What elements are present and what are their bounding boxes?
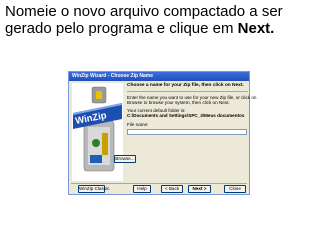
winzip-logo-panel: WinZip [72, 83, 123, 181]
browse-button[interactable]: Browse... [114, 155, 136, 163]
winzip-logo-icon: WinZip [72, 83, 123, 181]
heading-separator [127, 91, 248, 92]
next-button[interactable]: Next > [188, 185, 211, 193]
bottom-separator [71, 183, 247, 184]
file-name-label: File name: [127, 122, 149, 127]
close-button[interactable]: Close [224, 185, 246, 193]
file-name-input[interactable] [127, 129, 247, 135]
wizard-heading: Choose a name for your Zip file, then cl… [127, 83, 244, 88]
help-button[interactable]: Help [133, 185, 151, 193]
window-title: WinZip Wizard - Choose Zip Name [72, 73, 154, 79]
winzip-wizard-window: WinZip Wizard - Choose Zip Name WinZip C… [68, 71, 256, 195]
winzip-classic-button[interactable]: WinZip Classic [78, 185, 109, 193]
back-button[interactable]: < Back [161, 185, 183, 193]
instruction-text: Nomeie o novo arquivo compactado a ser g… [5, 3, 317, 37]
instructions-line-2: Browse to browse your system, then click… [127, 100, 230, 105]
window-titlebar[interactable]: WinZip Wizard - Choose Zip Name [69, 72, 249, 81]
instruction-next-emphasis: Next. [237, 20, 275, 37]
default-folder-path: C:\Documents and Settings\SPC_3\Meus doc… [127, 113, 245, 118]
